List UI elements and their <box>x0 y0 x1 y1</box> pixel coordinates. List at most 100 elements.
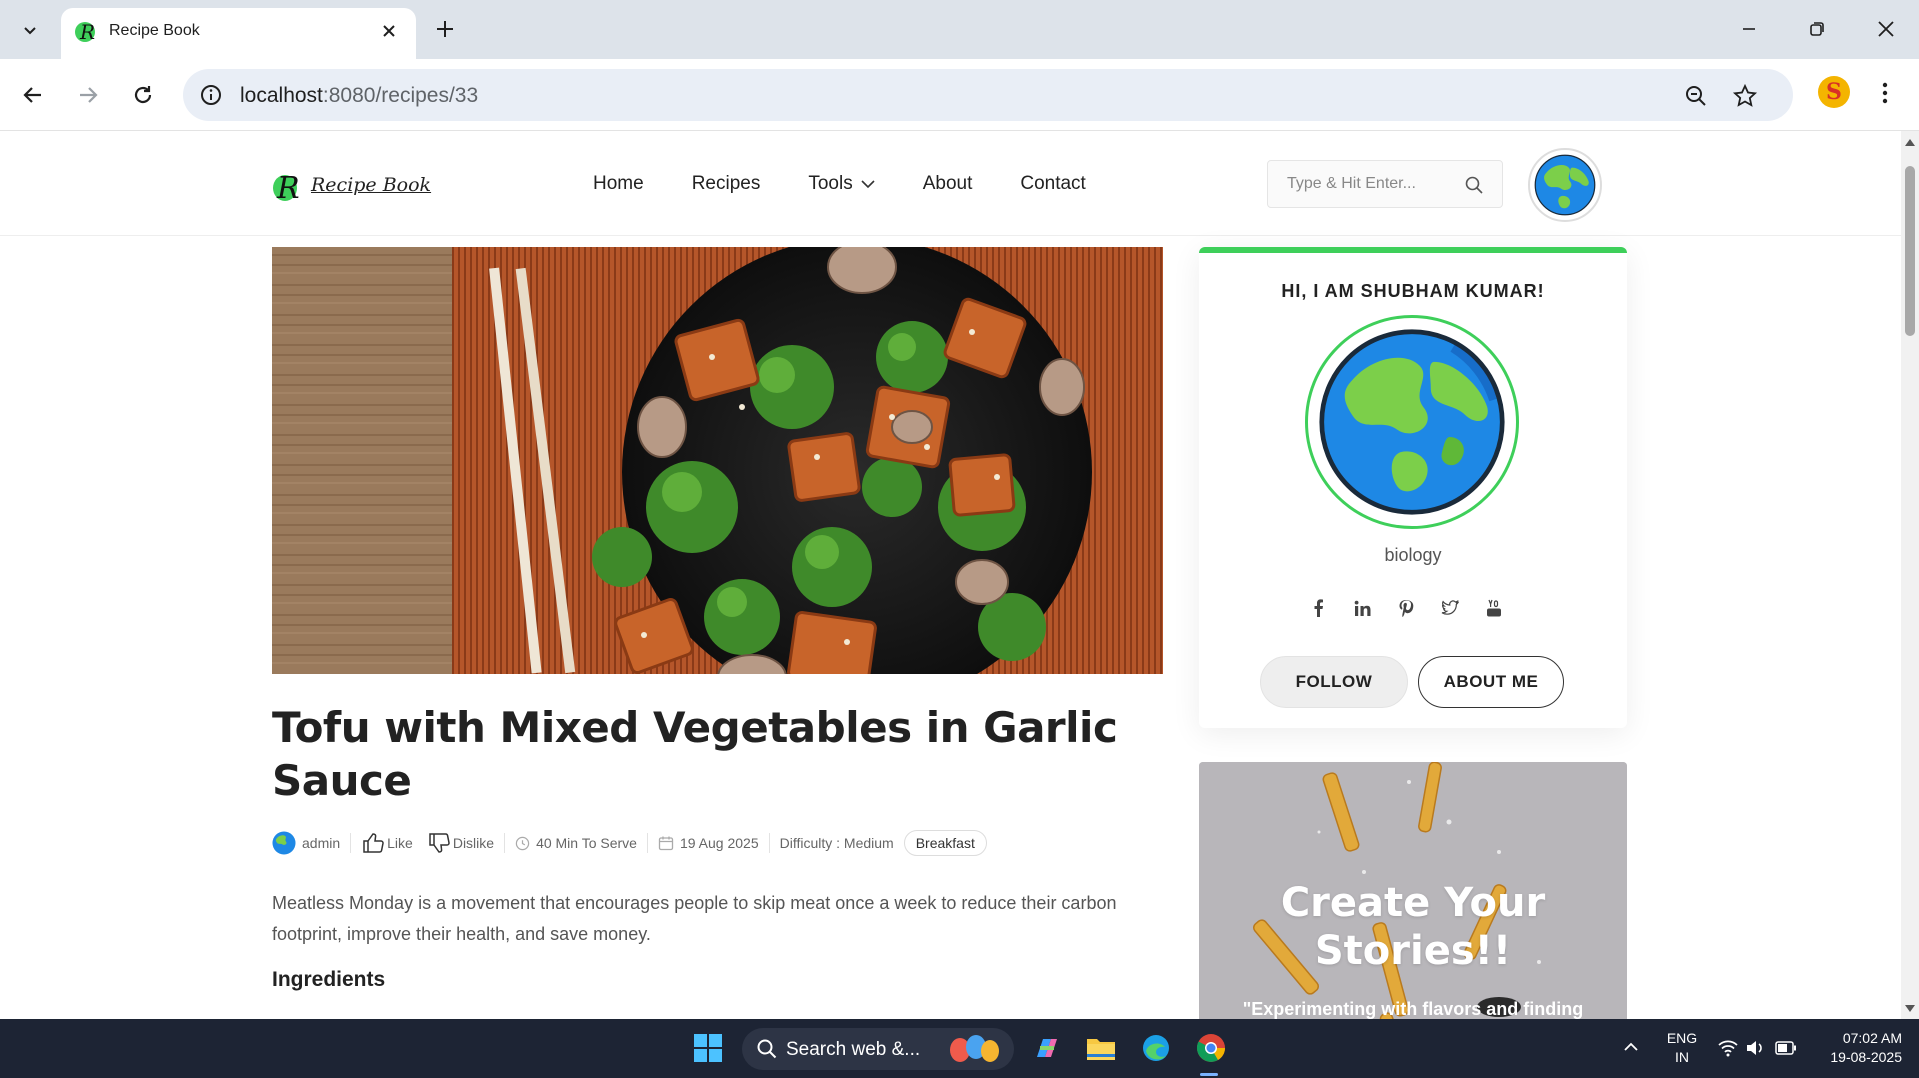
chrome-browser-icon <box>1196 1034 1225 1062</box>
region-code: IN <box>1675 1049 1689 1065</box>
author-greeting: HI, I AM SHUBHAM KUMAR! <box>1281 281 1545 301</box>
url-path: :8080/recipes/33 <box>322 84 479 107</box>
about-me-button[interactable]: ABOUT ME <box>1418 656 1564 708</box>
nav-contact[interactable]: Contact <box>1020 173 1085 195</box>
more-options-icon[interactable] <box>1873 77 1897 109</box>
youtube-icon[interactable] <box>1483 597 1505 619</box>
page-scrollbar[interactable] <box>1901 131 1919 1019</box>
profile-avatar[interactable]: S <box>1818 76 1850 108</box>
scrollbar-thumb[interactable] <box>1905 166 1915 336</box>
nav-about[interactable]: About <box>923 173 973 195</box>
recipe-intro: Meatless Monday is a movement that encou… <box>272 893 1117 944</box>
wifi-icon[interactable] <box>1718 1039 1738 1057</box>
create-stories-banner[interactable]: Create Your Stories!! "Experimenting wit… <box>1199 762 1627 1019</box>
meta-divider <box>768 833 770 853</box>
restore-button[interactable] <box>1797 12 1837 46</box>
meta-divider <box>504 833 506 853</box>
bookmark-star-icon[interactable] <box>1732 83 1758 109</box>
copilot-icon <box>1037 1039 1057 1057</box>
url-text[interactable]: localhost:8080/recipes/33 <box>240 84 478 108</box>
svg-text:R: R <box>276 171 300 204</box>
copilot-taskbar-icon[interactable] <box>1026 1028 1066 1068</box>
recipe-meta: admin Like Dislike 40 Min To Serve 19 Au… <box>272 830 987 856</box>
folder-icon <box>1087 1039 1115 1060</box>
forward-button[interactable] <box>70 77 106 113</box>
follow-button[interactable]: FOLLOW <box>1260 656 1408 708</box>
tab-search-button[interactable] <box>12 12 48 48</box>
linkedin-icon[interactable] <box>1351 597 1373 619</box>
active-tab[interactable]: R Recipe Book <box>61 8 416 59</box>
volume-icon[interactable] <box>1745 1039 1765 1057</box>
close-tab-icon[interactable] <box>378 20 400 42</box>
taskbar-search-text: Search web &... <box>786 1039 921 1060</box>
file-explorer-taskbar-icon[interactable] <box>1081 1028 1121 1068</box>
windows-taskbar: Search web &... ENG IN 07:02 AM 19-08-20… <box>0 1019 1919 1078</box>
tofu-dish-photo <box>272 247 1163 674</box>
thumbs-down-icon <box>429 833 450 853</box>
minimize-button[interactable] <box>1729 12 1769 46</box>
active-app-indicator <box>1200 1073 1218 1076</box>
reload-button[interactable] <box>125 77 161 113</box>
search-icon[interactable] <box>1464 175 1484 195</box>
chrome-taskbar-icon[interactable] <box>1191 1028 1231 1068</box>
scroll-up-arrow-icon[interactable] <box>1905 139 1915 146</box>
language-indicator[interactable]: ENG IN <box>1666 1029 1698 1067</box>
chevron-down-icon <box>24 27 36 35</box>
site-logo[interactable]: R Recipe Book <box>271 163 431 207</box>
arrow-right-icon <box>80 87 98 103</box>
search-input[interactable] <box>1268 161 1458 207</box>
meta-divider <box>350 833 352 853</box>
like-button[interactable]: Like <box>361 831 413 855</box>
earth-globe-icon <box>1534 154 1596 216</box>
chevron-up-icon[interactable] <box>1623 1041 1639 1053</box>
reload-icon <box>134 86 152 104</box>
earth-globe-icon <box>1319 329 1505 515</box>
recipe-hero-image <box>272 247 1163 674</box>
like-label: Like <box>387 835 413 851</box>
nav-home[interactable]: Home <box>593 173 644 195</box>
twitter-icon[interactable] <box>1439 597 1461 619</box>
edge-browser-icon <box>1143 1035 1169 1061</box>
serve-time: 40 Min To Serve <box>536 835 637 851</box>
balloons-icon <box>950 1035 999 1062</box>
back-button[interactable] <box>15 77 51 113</box>
nav-tools[interactable]: Tools <box>808 173 875 195</box>
new-tab-icon[interactable] <box>430 14 460 44</box>
page-viewport: R Recipe Book Home Recipes Tools About C… <box>0 131 1901 1019</box>
address-bar[interactable]: localhost:8080/recipes/33 <box>183 69 1793 121</box>
meta-divider <box>646 833 648 853</box>
close-window-button[interactable] <box>1866 12 1906 46</box>
nav-recipes[interactable]: Recipes <box>692 173 761 195</box>
site-header: R Recipe Book Home Recipes Tools About C… <box>0 131 1901 236</box>
zoom-icon[interactable] <box>1683 83 1709 109</box>
ingredients-heading: Ingredients <box>272 968 386 991</box>
clock[interactable]: 07:02 AM 19-08-2025 <box>1812 1029 1902 1067</box>
restore-icon <box>1810 22 1824 36</box>
windows-logo-icon <box>694 1034 722 1062</box>
promo-quote: "Experimenting with flavors and finding <box>1242 999 1584 1019</box>
taskbar-search[interactable]: Search web &... <box>742 1028 1014 1070</box>
category-tag[interactable]: Breakfast <box>903 830 987 856</box>
pinterest-icon[interactable] <box>1395 597 1417 619</box>
facebook-icon[interactable] <box>1307 597 1329 619</box>
social-links <box>1307 597 1505 619</box>
battery-icon[interactable] <box>1775 1041 1797 1055</box>
browser-toolbar: localhost:8080/recipes/33 S <box>0 59 1919 131</box>
clock-icon <box>515 836 530 850</box>
dislike-button[interactable]: Dislike <box>427 831 494 855</box>
header-user-avatar[interactable] <box>1528 148 1602 222</box>
dislike-label: Dislike <box>452 835 495 851</box>
author-name[interactable]: admin <box>302 835 340 851</box>
close-icon <box>1878 21 1894 37</box>
recipe-book-favicon-icon: R <box>75 20 95 44</box>
language-code: ENG <box>1666 1030 1698 1046</box>
scroll-down-arrow-icon[interactable] <box>1905 1005 1915 1012</box>
start-button[interactable] <box>688 1028 728 1068</box>
chevron-down-icon <box>861 180 875 189</box>
site-info-icon[interactable] <box>199 83 223 107</box>
edge-taskbar-icon[interactable] <box>1136 1028 1176 1068</box>
site-search <box>1267 160 1503 208</box>
logo-text: Recipe Book <box>311 174 432 196</box>
tab-title: Recipe Book <box>109 22 200 39</box>
browser-tab-strip: R Recipe Book <box>0 0 1919 59</box>
